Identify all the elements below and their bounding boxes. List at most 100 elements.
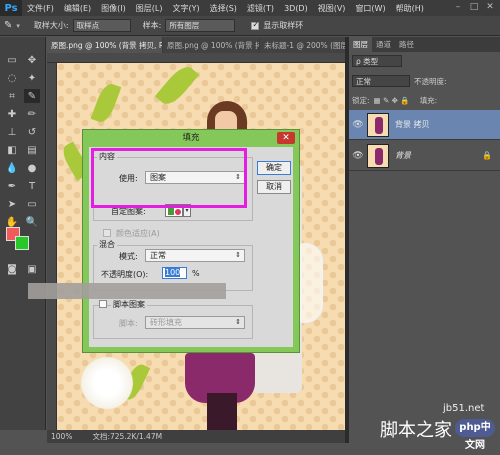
dialog-close-button[interactable]: ✕ (277, 132, 295, 144)
tab-channels[interactable]: 通道 (372, 37, 395, 52)
lock-label: 锁定: (352, 96, 370, 105)
mode-select[interactable]: 正常 ⇕ (145, 249, 245, 262)
eyedropper-icon[interactable]: ✎ (4, 20, 12, 31)
close-icon[interactable]: ✕ (484, 2, 496, 13)
menu-help[interactable]: 帮助(H) (391, 3, 429, 14)
path-select-icon[interactable]: ➤ (4, 197, 20, 211)
type-icon[interactable]: T (24, 179, 40, 193)
tools-panel: ▭ ✥ ◌ ✦ ⌗ ✎ ✚ ✏ ⊥ ↺ ◧ ▤ 💧 ● ✒ T ➤ ▭ ✋ 🔍 … (0, 37, 46, 430)
layer-row-background-copy[interactable]: 👁 背景 拷贝 (349, 110, 500, 140)
stamp-icon[interactable]: ⊥ (4, 125, 20, 139)
tab-document-3[interactable]: 未标题-1 @ 200% (图层1 (260, 37, 345, 53)
dodge-icon[interactable]: ● (24, 161, 40, 175)
menu-layer[interactable]: 图层(L) (131, 3, 168, 14)
tab-document-1[interactable]: 原图.png @ 100% (背景 拷贝, RGB/8#) * (47, 37, 162, 53)
zoom-level[interactable]: 100% (51, 432, 72, 441)
dialog-title: 填充 (182, 133, 200, 143)
visibility-eye-icon[interactable]: 👁 (349, 120, 367, 130)
tab-document-2-label: 原图.png @ 100% (背景 拷贝, RGB/8#) * (167, 40, 259, 50)
marquee-icon[interactable]: ▭ (4, 53, 20, 67)
blend-group-title: 混合 (97, 239, 117, 250)
menu-select[interactable]: 选择(S) (205, 3, 242, 14)
menu-file[interactable]: 文件(F) (22, 3, 59, 14)
canvas-leaf (154, 63, 200, 110)
sample-size-select[interactable]: 取样点 (72, 19, 131, 32)
background-color-swatch[interactable] (15, 236, 29, 250)
layer-row-background[interactable]: 👁 背景 🔒 (349, 141, 500, 171)
horizontal-ruler (47, 53, 345, 63)
zoom-icon[interactable]: 🔍 (24, 215, 40, 229)
document-tab-bar: 原图.png @ 100% (背景 拷贝, RGB/8#) * 原图.png @… (47, 37, 345, 53)
eyedropper-tool-icon[interactable]: ✎ (24, 89, 40, 103)
gradient-icon[interactable]: ▤ (24, 143, 40, 157)
tab-document-2[interactable]: 原图.png @ 100% (背景 拷贝, RGB/8#) * (163, 37, 259, 53)
layers-panel: 图层 通道 路径 ρ 类型 正常 不透明度: 锁定: ▦ ✎ ✥ 🔒 填充: 👁… (349, 37, 500, 443)
fill-label: 填充: (419, 96, 438, 105)
menu-edit[interactable]: 编辑(E) (59, 3, 96, 14)
opacity-label: 不透明度: (414, 76, 447, 86)
script-select-value: 砖形填充 (150, 318, 182, 327)
tab-layers[interactable]: 图层 (349, 37, 372, 52)
history-brush-icon[interactable]: ↺ (24, 125, 40, 139)
shape-icon[interactable]: ▭ (24, 197, 40, 211)
options-bar: ✎ ▾ 取样大小: 取样点 样本: 所有图层 显示取样环 (0, 16, 500, 36)
document-size: 文档:725.2K/1.47M (92, 432, 163, 441)
layer-thumbnail (367, 143, 389, 168)
menu-filter[interactable]: 滤镜(T) (242, 3, 279, 14)
script-select[interactable]: 砖形填充 ⇕ (145, 316, 245, 329)
lock-icons[interactable]: ▦ ✎ ✥ 🔒 (374, 96, 410, 105)
visibility-eye-icon[interactable]: 👁 (349, 151, 367, 161)
vertical-ruler (47, 63, 57, 430)
screen-mode-icon[interactable]: ▣ (24, 262, 40, 276)
script-pattern-label: 脚本图案 (111, 299, 147, 310)
color-adapt-checkbox[interactable] (103, 229, 111, 237)
maximize-icon[interactable]: □ (468, 2, 480, 13)
lock-icon: 🔒 (482, 151, 492, 160)
quick-mask-icon[interactable]: ◙ (4, 262, 20, 276)
ok-button[interactable]: 确定 (257, 161, 291, 175)
show-ring-label: 显示取样环 (263, 21, 304, 30)
script-label: 脚本: (119, 319, 138, 328)
chevron-updown-icon: ⇕ (235, 318, 241, 326)
script-pattern-checkbox[interactable] (99, 300, 107, 308)
blur-icon[interactable]: 💧 (4, 161, 20, 175)
sample-size-label: 取样大小: (33, 21, 69, 30)
tool-preset-arrow-icon[interactable]: ▾ (16, 22, 20, 30)
blend-mode-select[interactable]: 正常 (352, 75, 410, 87)
watermark-text: 脚本之家 (380, 420, 452, 441)
lasso-icon[interactable]: ◌ (4, 71, 20, 85)
color-adapt-label: 颜色适应(A) (116, 229, 160, 238)
menu-3d[interactable]: 3D(D) (279, 4, 313, 13)
woman-legs (207, 393, 237, 430)
sample-value: 所有图层 (169, 21, 200, 30)
tab-document-1-label: 原图.png @ 100% (背景 拷贝, RGB/8#) * (51, 40, 162, 50)
brush-icon[interactable]: ✏ (24, 107, 40, 121)
sample-select[interactable]: 所有图层 (165, 19, 236, 32)
menu-view[interactable]: 视图(V) (313, 3, 351, 14)
opacity-label: 不透明度(O): (101, 270, 149, 279)
photoshop-logo: Ps (0, 0, 22, 16)
opacity-input[interactable]: 100 (162, 267, 187, 279)
watermark-site: jb51.net (443, 403, 485, 414)
crop-icon[interactable]: ⌗ (4, 89, 20, 103)
mode-label: 模式: (119, 252, 138, 261)
opacity-value: 100 (165, 268, 181, 277)
minimize-icon[interactable]: – (452, 2, 464, 13)
status-bar: 100% 文档:725.2K/1.47M (47, 430, 345, 443)
menu-type[interactable]: 文字(Y) (167, 3, 204, 14)
tab-paths[interactable]: 路径 (395, 37, 418, 52)
flower-illustration (77, 353, 137, 413)
redaction-bar (28, 283, 226, 299)
pen-icon[interactable]: ✒ (4, 179, 20, 193)
menu-window[interactable]: 窗口(W) (350, 3, 390, 14)
healing-icon[interactable]: ✚ (4, 107, 20, 121)
move-icon[interactable]: ✥ (24, 53, 40, 67)
show-ring-checkbox[interactable] (251, 20, 260, 30)
layer-name: 背景 (395, 151, 411, 160)
eraser-icon[interactable]: ◧ (4, 143, 20, 157)
layer-kind-filter[interactable]: ρ 类型 (352, 55, 402, 67)
sample-label: 样本: (142, 21, 162, 30)
quick-select-icon[interactable]: ✦ (24, 71, 40, 85)
menu-image[interactable]: 图像(I) (96, 3, 131, 14)
cancel-button[interactable]: 取消 (257, 180, 291, 194)
